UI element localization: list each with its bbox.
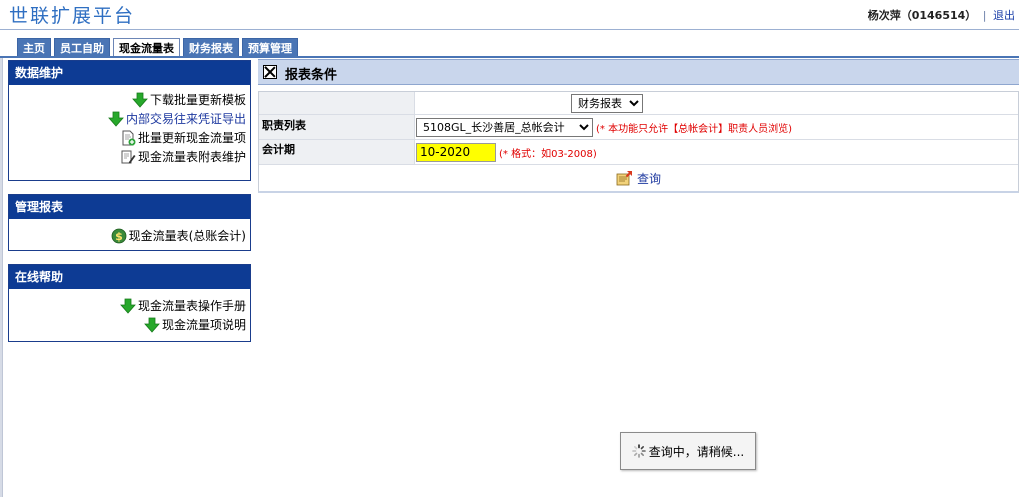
export-internal-vouchers-link[interactable]: 内部交易往来凭证导出 bbox=[13, 109, 246, 128]
cash-flow-manual-link[interactable]: 现金流量表操作手册 bbox=[13, 296, 246, 315]
query-button[interactable]: 查询 bbox=[616, 170, 661, 187]
doc-add-icon bbox=[122, 130, 136, 145]
tab-home[interactable]: 主页 bbox=[17, 38, 51, 57]
sidebar-item-label: 现金流量表(总账会计) bbox=[128, 229, 246, 243]
sidebar-item-label: 现金流量表附表维护 bbox=[137, 150, 246, 164]
panel-title: 数据维护 bbox=[9, 61, 250, 85]
batch-update-link[interactable]: 批量更新现金流量项 bbox=[13, 128, 246, 147]
down-arrow-icon bbox=[144, 317, 160, 333]
panel-data-maintenance: 数据维护 下载批量更新模板 内部交易往来凭证导出 批量更新现金流量项 现金流量表… bbox=[8, 60, 251, 181]
period-row: 会计期 (* 格式：如03-2008) bbox=[259, 140, 1018, 165]
sidebar-item-label: 下载批量更新模板 bbox=[149, 93, 246, 107]
report-conditions-form: 财务报表 职责列表 5108GL_长沙善居_总帐会计 (* 本功能只允许【总帐会… bbox=[258, 91, 1019, 193]
svg-text:$: $ bbox=[115, 230, 123, 243]
sidebar-item-label: 现金流量项说明 bbox=[161, 318, 246, 332]
report-type-label bbox=[259, 92, 415, 114]
sidebar-item-label: 批量更新现金流量项 bbox=[137, 131, 246, 145]
loading-indicator: 查询中，请稍候... bbox=[620, 432, 756, 470]
main-tabs: 主页 员工自助 现金流量表 财务报表 预算管理 bbox=[17, 38, 301, 58]
app-brand: 世联扩展平台 bbox=[9, 5, 136, 27]
loading-text: 查询中，请稍候... bbox=[648, 444, 745, 459]
schedule-maintenance-link[interactable]: 现金流量表附表维护 bbox=[13, 147, 246, 166]
dollar-icon: $ bbox=[111, 228, 127, 243]
panel-management-reports: 管理报表 $ 现金流量表(总账会计) bbox=[8, 194, 251, 251]
user-name: 杨次萍（0146514） bbox=[867, 9, 977, 22]
sidebar-item-label: 现金流量表操作手册 bbox=[137, 299, 246, 313]
period-input[interactable] bbox=[416, 142, 496, 162]
panel-title: 在线帮助 bbox=[9, 265, 250, 289]
duty-row: 职责列表 5108GL_长沙善居_总帐会计 (* 本功能只允许【总帐会计】职责人… bbox=[259, 115, 1018, 140]
tab-financial-reports[interactable]: 财务报表 bbox=[183, 38, 239, 57]
header-divider bbox=[0, 29, 1019, 30]
period-label: 会计期 bbox=[259, 140, 415, 164]
report-conditions-header: 报表条件 bbox=[258, 59, 1019, 85]
cash-flow-gl-report-link[interactable]: $ 现金流量表(总账会计) bbox=[13, 226, 246, 245]
collapse-icon[interactable] bbox=[263, 65, 277, 79]
down-arrow-icon bbox=[120, 298, 136, 314]
tab-employee-self-service[interactable]: 员工自助 bbox=[54, 38, 110, 57]
tab-underline bbox=[0, 56, 1019, 58]
panel-online-help: 在线帮助 现金流量表操作手册 现金流量项说明 bbox=[8, 264, 251, 342]
user-info: 杨次萍（0146514） | 退出 bbox=[868, 7, 1015, 23]
sidebar-item-label: 内部交易往来凭证导出 bbox=[125, 112, 246, 126]
report-type-select[interactable]: 财务报表 bbox=[571, 93, 643, 113]
spinner-icon bbox=[631, 444, 646, 458]
period-note: (* 格式：如03-2008) bbox=[499, 148, 597, 160]
duty-note: (* 本功能只允许【总帐会计】职责人员浏览) bbox=[596, 123, 792, 135]
download-template-link[interactable]: 下载批量更新模板 bbox=[13, 90, 246, 109]
query-icon bbox=[616, 171, 632, 186]
report-type-row: 财务报表 bbox=[259, 92, 1018, 115]
doc-edit-icon bbox=[121, 150, 136, 163]
down-arrow-icon bbox=[132, 92, 148, 108]
page-left-border bbox=[0, 58, 3, 497]
tab-budget-management[interactable]: 预算管理 bbox=[242, 38, 298, 57]
panel-title: 管理报表 bbox=[9, 195, 250, 219]
duty-select[interactable]: 5108GL_长沙善居_总帐会计 bbox=[416, 117, 593, 137]
app-header: 世联扩展平台 杨次萍（0146514） | 退出 bbox=[0, 0, 1019, 30]
user-separator: | bbox=[982, 9, 987, 22]
query-row: 查询 bbox=[259, 165, 1018, 191]
down-arrow-icon bbox=[108, 111, 124, 127]
logout-link[interactable]: 退出 bbox=[993, 9, 1015, 22]
report-conditions-title: 报表条件 bbox=[285, 68, 338, 83]
query-label: 查询 bbox=[636, 171, 661, 186]
duty-label: 职责列表 bbox=[259, 115, 415, 139]
tab-cash-flow[interactable]: 现金流量表 bbox=[113, 38, 180, 58]
cash-flow-items-guide-link[interactable]: 现金流量项说明 bbox=[13, 315, 246, 334]
